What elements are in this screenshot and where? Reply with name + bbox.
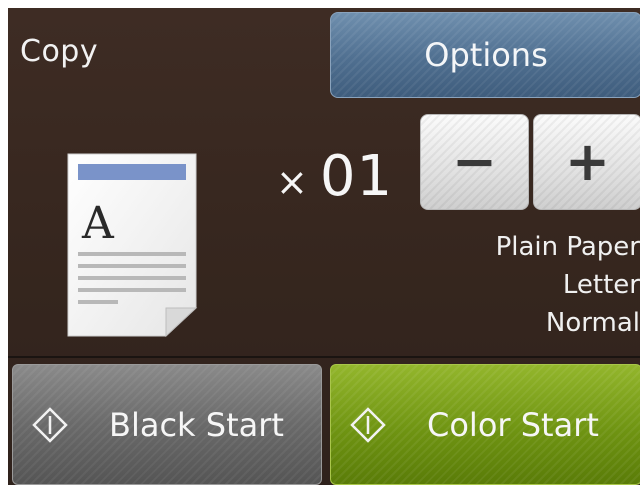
black-start-button[interactable]: Black Start [12, 364, 322, 485]
copy-count: 01 [319, 144, 394, 209]
copy-count-stepper: − + [420, 114, 640, 210]
start-diamond-icon [32, 406, 68, 443]
quality-value: Normal [545, 308, 640, 338]
decrement-button[interactable]: − [420, 114, 529, 210]
document-preview-icon: A [66, 152, 198, 338]
color-start-label: Color Start [427, 405, 599, 444]
options-button[interactable]: Options [330, 12, 640, 98]
divider [8, 356, 640, 358]
paper-type-value: Plain Paper [495, 232, 640, 262]
document-letter: A [81, 198, 115, 249]
multiplier-symbol: × [276, 160, 308, 204]
page-title: Copy [20, 34, 99, 69]
paper-size-value: Letter [562, 270, 640, 300]
copy-count-display: × 01 [276, 144, 393, 214]
copy-screen: Copy Options A × 01 − + Plain Paper Lett… [8, 8, 640, 485]
copy-settings-summary: Plain Paper Letter Normal [420, 228, 640, 342]
black-start-label: Black Start [109, 405, 284, 444]
start-diamond-icon [350, 406, 386, 443]
color-start-button[interactable]: Color Start [330, 364, 640, 485]
increment-button[interactable]: + [533, 114, 640, 210]
